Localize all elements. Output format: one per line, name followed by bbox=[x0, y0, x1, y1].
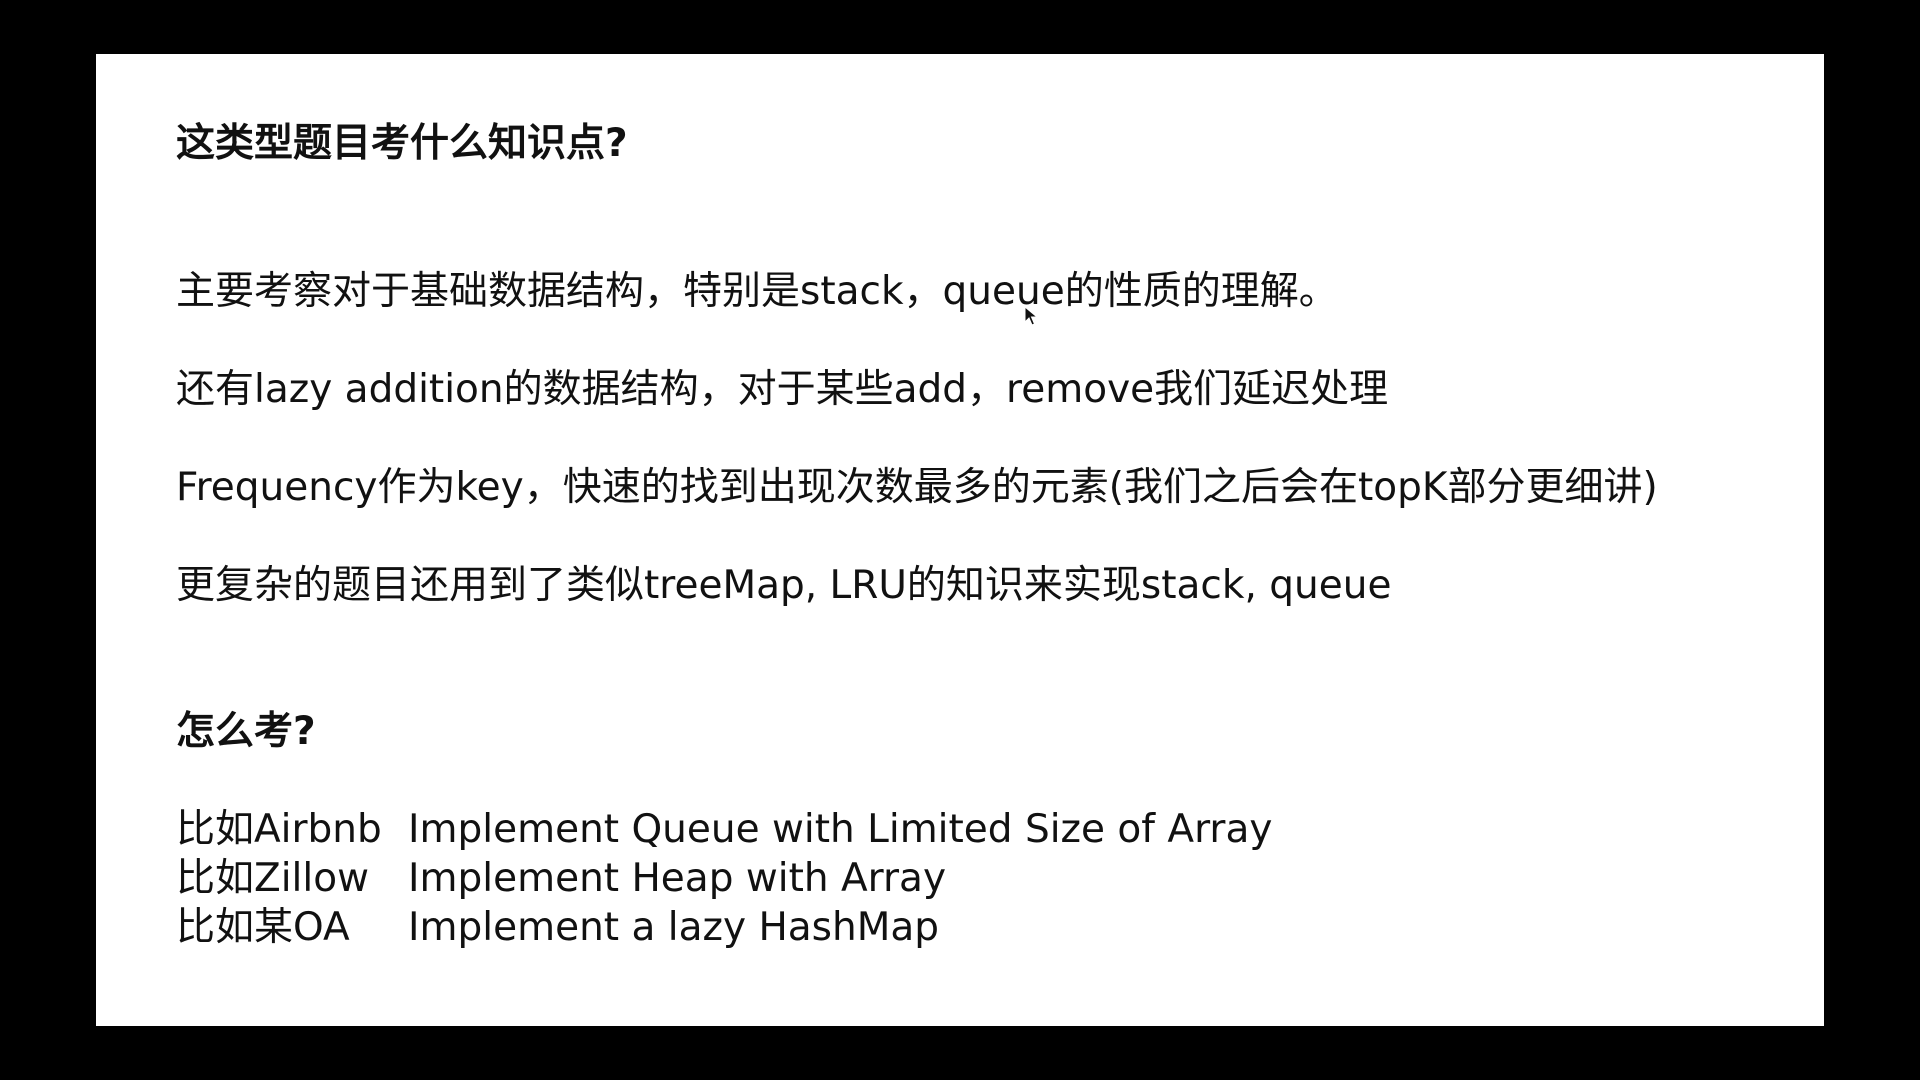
slide-page: 这类型题目考什么知识点? 主要考察对于基础数据结构，特别是stack，queue… bbox=[96, 54, 1824, 1026]
example-row-oa: 比如某OA Implement a lazy HashMap bbox=[176, 905, 939, 950]
frequency-key-line: Frequency作为key，快速的找到出现次数最多的元素(我们之后会在topK… bbox=[176, 465, 1658, 510]
basic-data-structures-line: 主要考察对于基础数据结构，特别是stack，queue的性质的理解。 bbox=[176, 269, 1338, 314]
example-company-label: 比如某OA bbox=[176, 905, 350, 950]
screen: 这类型题目考什么知识点? 主要考察对于基础数据结构，特别是stack，queue… bbox=[0, 0, 1920, 1080]
complex-problems-line: 更复杂的题目还用到了类似treeMap, LRU的知识来实现stack, que… bbox=[176, 563, 1392, 608]
example-company-label: 比如Airbnb bbox=[176, 807, 382, 852]
example-row-airbnb: 比如Airbnb Implement Queue with Limited Si… bbox=[176, 807, 1272, 852]
knowledge-points-heading: 这类型题目考什么知识点? bbox=[176, 121, 628, 166]
mouse-pointer-icon bbox=[1024, 306, 1038, 326]
lazy-addition-line: 还有lazy addition的数据结构，对于某些add，remove我们延迟处… bbox=[176, 367, 1389, 412]
example-company-label: 比如Zillow bbox=[176, 856, 369, 901]
example-row-zillow: 比如Zillow Implement Heap with Array bbox=[176, 856, 946, 901]
how-tested-heading: 怎么考? bbox=[176, 709, 316, 754]
example-problem-text: Implement Queue with Limited Size of Arr… bbox=[408, 807, 1273, 852]
example-problem-text: Implement Heap with Array bbox=[408, 856, 947, 901]
example-problem-text: Implement a lazy HashMap bbox=[408, 905, 940, 950]
